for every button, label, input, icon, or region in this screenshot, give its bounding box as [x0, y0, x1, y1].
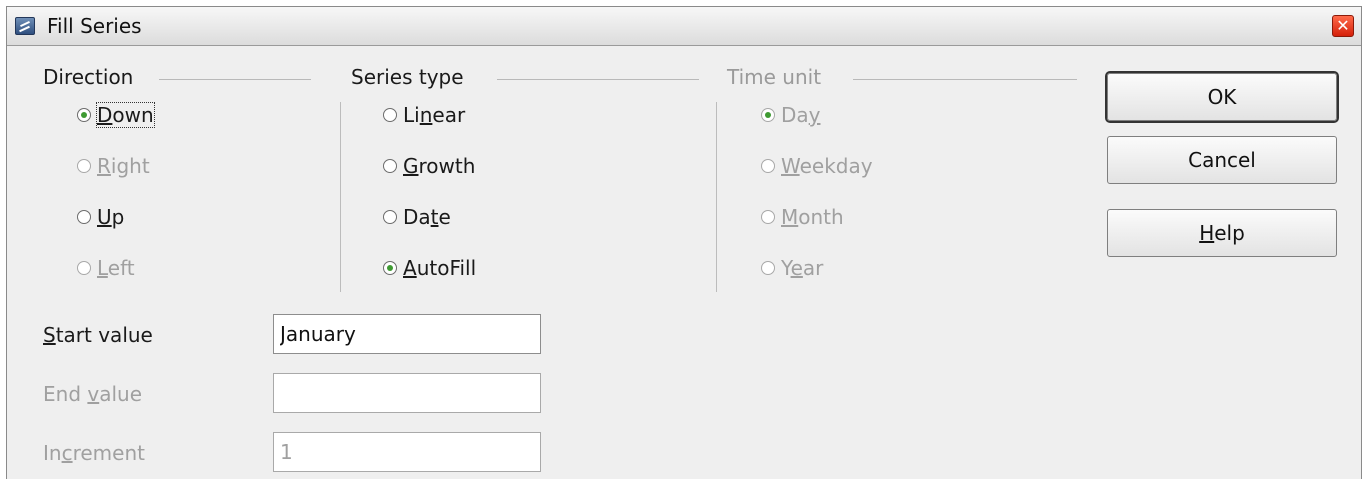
ok-button[interactable]: OK [1107, 73, 1337, 121]
radio-time-weekday[interactable]: Weekday [761, 154, 873, 178]
radio-indicator [761, 261, 775, 275]
radio-indicator [383, 159, 397, 173]
series-type-divider [497, 79, 699, 80]
radio-direction-down[interactable]: Down [77, 102, 155, 128]
time-unit-divider [853, 79, 1077, 80]
cancel-button[interactable]: Cancel [1107, 136, 1337, 184]
radio-indicator [383, 210, 397, 224]
time-unit-group-title: Time unit [727, 65, 828, 89]
dialog-title: Fill Series [47, 14, 142, 38]
end-value-input[interactable] [273, 373, 541, 413]
radio-series-growth[interactable]: Growth [383, 154, 475, 178]
radio-label: Right [97, 154, 150, 178]
radio-direction-left[interactable]: Left [77, 256, 135, 280]
radio-label: Date [403, 205, 451, 229]
radio-label: Up [97, 205, 125, 229]
radio-direction-right[interactable]: Right [77, 154, 150, 178]
radio-time-day[interactable]: Day [761, 103, 821, 127]
direction-group-title: Direction [43, 65, 140, 89]
app-icon [15, 17, 35, 35]
radio-indicator [77, 159, 91, 173]
start-value-input[interactable] [273, 314, 541, 354]
help-button[interactable]: Help [1107, 209, 1337, 257]
group-separator [340, 102, 341, 292]
radio-label: Month [781, 205, 844, 229]
radio-direction-up[interactable]: Up [77, 205, 124, 229]
radio-series-autofill[interactable]: AutoFill [383, 256, 476, 280]
title-bar[interactable]: Fill Series ✕ [7, 7, 1361, 46]
radio-time-month[interactable]: Month [761, 205, 844, 229]
group-separator [716, 102, 717, 292]
radio-label: Left [97, 256, 135, 280]
radio-series-linear[interactable]: Linear [383, 103, 465, 127]
radio-label: Weekday [781, 154, 873, 178]
start-value-label: Start value [43, 323, 153, 347]
radio-label: Day [781, 103, 821, 127]
increment-label: Increment [43, 441, 145, 465]
direction-divider [159, 79, 311, 80]
close-icon[interactable]: ✕ [1332, 15, 1354, 37]
radio-label: Growth [403, 154, 476, 178]
radio-label: Year [781, 256, 824, 280]
radio-series-date[interactable]: Date [383, 205, 451, 229]
radio-indicator [761, 210, 775, 224]
radio-indicator [77, 261, 91, 275]
radio-label: Linear [403, 103, 466, 127]
series-type-group-title: Series type [351, 65, 470, 89]
radio-label: AutoFill [403, 256, 477, 280]
radio-indicator [77, 210, 91, 224]
radio-indicator [383, 108, 397, 122]
increment-input[interactable] [273, 432, 541, 472]
radio-label: Down [96, 102, 155, 128]
radio-indicator [383, 261, 397, 275]
radio-indicator [761, 108, 775, 122]
radio-indicator [761, 159, 775, 173]
end-value-label: End value [43, 382, 143, 406]
fill-series-dialog: Fill Series ✕ Direction Down Right Up Le… [6, 6, 1362, 479]
radio-indicator [77, 108, 91, 122]
radio-time-year[interactable]: Year [761, 256, 823, 280]
